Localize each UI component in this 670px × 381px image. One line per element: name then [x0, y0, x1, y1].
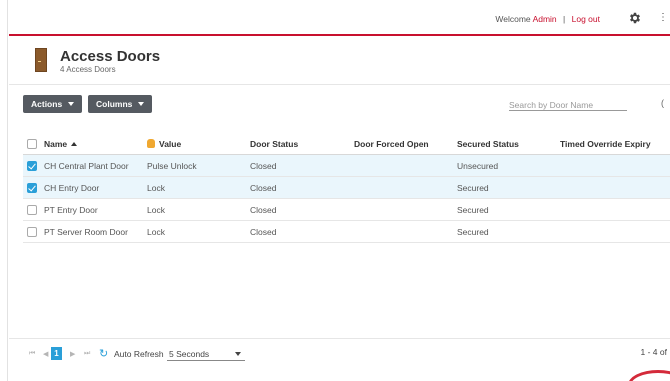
first-page-icon[interactable]: ⏮ [29, 350, 35, 358]
column-header-timed-override[interactable]: Timed Override Expiry [560, 133, 651, 155]
door-name: CH Entry Door [44, 183, 100, 193]
secured-status: Unsecured [457, 161, 499, 171]
row-checkbox-cell[interactable] [27, 199, 39, 221]
next-page-icon[interactable]: ▶ [70, 350, 75, 358]
separator: | [563, 14, 566, 24]
sort-ascending-icon [71, 142, 78, 146]
prev-page-icon[interactable]: ◀ [43, 350, 48, 358]
auto-refresh-label: Auto Refresh [114, 349, 164, 359]
welcome-prefix: Welcome [495, 14, 531, 24]
gear-icon[interactable] [628, 11, 642, 25]
search-input[interactable] [509, 99, 627, 111]
door-status: Closed [250, 227, 277, 237]
row-checkbox[interactable] [27, 205, 37, 215]
table-row[interactable]: CH Entry Door Lock Closed Secured [23, 177, 670, 199]
door-value: Lock [147, 183, 165, 193]
table-row[interactable]: CH Central Plant Door Pulse Unlock Close… [23, 155, 670, 177]
columns-button[interactable]: Columns [88, 95, 153, 113]
secured-status: Secured [457, 183, 489, 193]
row-checkbox-cell[interactable] [27, 155, 39, 177]
column-header-value[interactable]: Value [147, 133, 181, 155]
chevron-down-icon [138, 102, 145, 106]
column-header-name[interactable]: Name [44, 133, 78, 155]
select-all-checkbox[interactable] [27, 139, 37, 149]
doors-panel: Actions Columns ( Name Value Door Status… [9, 84, 670, 381]
doors-table: Name Value Door Status Door Forced Open … [23, 133, 670, 243]
page-title: Access Doors [60, 48, 161, 65]
chevron-down-icon [68, 102, 75, 106]
row-checkbox-cell[interactable] [27, 177, 39, 199]
door-icon [35, 48, 47, 72]
actions-button[interactable]: Actions [23, 95, 83, 113]
select-all-checkbox-cell[interactable] [27, 133, 39, 155]
current-page-button[interactable]: 1 [51, 347, 62, 360]
pagination-bar: ⏮ ◀ 1 ▶ ⏭ ↻ Auto Refresh 5 Seconds 1 - 4… [9, 338, 670, 370]
logout-link[interactable]: Log out [572, 14, 600, 24]
last-page-icon[interactable]: ⏭ [84, 350, 90, 358]
page-range: 1 - 4 of [640, 347, 667, 357]
door-value: Lock [147, 205, 165, 215]
row-checkbox-cell[interactable] [27, 221, 39, 243]
welcome-text: Welcome Admin | Log out [495, 14, 600, 24]
column-header-secured-status[interactable]: Secured Status [457, 133, 519, 155]
column-value-label: Value [159, 139, 182, 149]
columns-label: Columns [96, 99, 133, 109]
row-checkbox[interactable] [27, 161, 37, 171]
top-bar: Welcome Admin | Log out ⋮ [9, 0, 670, 36]
door-name: PT Entry Door [44, 205, 98, 215]
secured-status: Secured [457, 205, 489, 215]
left-border [0, 0, 8, 381]
column-header-door-status[interactable]: Door Status [250, 133, 298, 155]
row-checkbox[interactable] [27, 227, 37, 237]
refresh-icon[interactable]: ↻ [99, 347, 108, 360]
table-row[interactable]: PT Entry Door Lock Closed Secured [23, 199, 670, 221]
user-link[interactable]: Admin [533, 14, 557, 24]
refresh-interval-value: 5 Seconds [169, 349, 210, 359]
hand-icon [147, 139, 155, 148]
door-status: Closed [250, 161, 277, 171]
door-value: Pulse Unlock [147, 161, 197, 171]
refresh-interval-select[interactable]: 5 Seconds [167, 347, 245, 361]
secured-status: Secured [457, 227, 489, 237]
more-menu-icon[interactable]: ⋮ [658, 12, 668, 23]
chevron-down-icon [235, 352, 241, 356]
door-status: Closed [250, 183, 277, 193]
table-header-row: Name Value Door Status Door Forced Open … [23, 133, 670, 155]
door-value: Lock [147, 227, 165, 237]
column-header-door-forced-open[interactable]: Door Forced Open [354, 133, 429, 155]
door-name: PT Server Room Door [44, 227, 128, 237]
row-checkbox[interactable] [27, 183, 37, 193]
search-icon[interactable]: ( [661, 98, 664, 108]
door-status: Closed [250, 205, 277, 215]
actions-label: Actions [31, 99, 63, 109]
door-name: CH Central Plant Door [44, 161, 129, 171]
table-row[interactable]: PT Server Room Door Lock Closed Secured [23, 221, 670, 243]
page-header: Access Doors 4 Access Doors [9, 38, 670, 82]
page-subtitle: 4 Access Doors [60, 65, 116, 74]
column-name-label: Name [44, 139, 68, 149]
